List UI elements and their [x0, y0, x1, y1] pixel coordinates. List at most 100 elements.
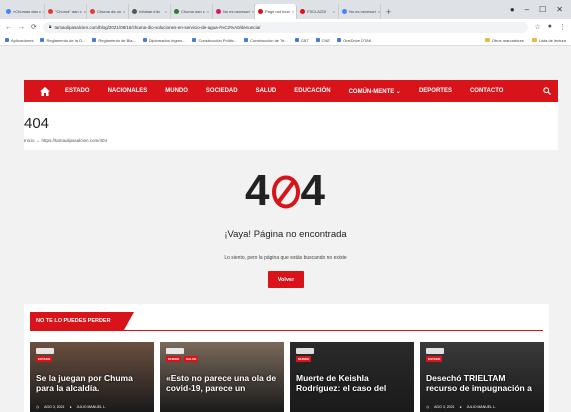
- home-icon[interactable]: [34, 80, 56, 102]
- tab-close-icon[interactable]: ×: [123, 9, 125, 14]
- bookmark-label: OneDrive DTAK: [343, 37, 372, 43]
- card-headline[interactable]: Se la juegan por Chuma para la alcaldía.: [36, 373, 148, 393]
- browser-tab-bar: «Chumas dan c×"Chuma" dan c×Chuma da un×…: [0, 0, 571, 19]
- website-page: ESTADO NACIONALES MUNDO SOCIEDAD SALUD EDUCAC…: [0, 46, 571, 412]
- card-author[interactable]: JULIO MANUEL L.: [77, 405, 106, 409]
- extensions-icon[interactable]: ●: [548, 23, 552, 31]
- tab-close-icon[interactable]: ×: [165, 9, 167, 14]
- star-icon[interactable]: ☆: [534, 23, 540, 31]
- maximize-icon[interactable]: ☐: [539, 5, 546, 14]
- bookmark-item[interactable]: Aplicaciones: [5, 38, 33, 43]
- bookmark-icon: [40, 38, 45, 42]
- site-logo-icon: [296, 348, 314, 354]
- browser-tab[interactable]: Infobae.info ×: [129, 4, 171, 19]
- bookmark-icon: [294, 38, 299, 42]
- nav-item[interactable]: SOCIEDAD: [197, 80, 247, 102]
- error-digit-right: 4: [300, 166, 326, 215]
- main-nav: ESTADO NACIONALES MUNDO SOCIEDAD SALUD EDUCAC…: [24, 80, 558, 102]
- forward-icon[interactable]: →: [18, 24, 25, 31]
- back-button[interactable]: Volver: [268, 271, 304, 288]
- bookmark-folder-label: Lista de lectura: [538, 37, 566, 43]
- bookmark-item[interactable]: Construcción de Te...: [244, 38, 288, 43]
- bookmark-item[interactable]: Reglamento de Bla...: [92, 38, 136, 43]
- bookmark-item[interactable]: OneDrive DTAK: [337, 38, 371, 43]
- bookmark-item[interactable]: Construcción Polític...: [192, 38, 237, 43]
- news-card[interactable]: MUNDO Muerte de Keishla Rodríguez: el cas…: [290, 342, 414, 412]
- reload-icon[interactable]: ⟳: [31, 23, 37, 31]
- must-read-section: NO TE LO PUEDES PERDER ESTADO Se la juega…: [24, 304, 549, 412]
- page-header: 404 Inicio → https://tamaulipasalcien.co…: [24, 102, 558, 150]
- bookmark-item[interactable]: Diplomados Ingres...: [142, 38, 185, 43]
- category-badge[interactable]: ESTADO: [426, 356, 443, 362]
- bookmarks-bar: Aplicaciones Reglamento de la O... Reglame…: [0, 35, 571, 46]
- tab-close-icon[interactable]: ×: [84, 9, 86, 14]
- nav-item[interactable]: COMÚN-MENTE ⌄: [340, 80, 410, 102]
- card-date: AGO 3, 2021: [44, 405, 65, 409]
- bookmark-label: Aplicaciones: [11, 37, 34, 43]
- back-icon[interactable]: ←: [5, 24, 12, 31]
- site-logo-icon: [36, 348, 54, 354]
- folder-icon: [531, 38, 537, 42]
- card-meta: ◷ AGO 3, 2021 ● JULIO MANUEL L.: [426, 405, 496, 409]
- tab-favicon-icon: [258, 9, 263, 14]
- tab-favicon-icon: [48, 9, 53, 14]
- browser-tab[interactable]: FSCLAZDI ×: [297, 4, 339, 19]
- category-badge[interactable]: SALUD: [184, 356, 199, 362]
- card-author[interactable]: JULIO MANUEL L.: [467, 405, 496, 409]
- bookmark-item[interactable]: Reglamento de la O...: [40, 38, 85, 43]
- tab-close-icon[interactable]: ×: [333, 9, 335, 14]
- nav-item[interactable]: EDUCACIÓN: [285, 80, 339, 102]
- lock-icon: 🔒︎: [48, 24, 52, 30]
- nav-item[interactable]: DEPORTES: [410, 80, 461, 102]
- nav-item[interactable]: SALUD: [247, 80, 286, 102]
- tab-close-icon[interactable]: ×: [252, 9, 254, 14]
- browser-tab[interactable]: "Chuma" dan c ×: [45, 4, 87, 19]
- new-tab-button[interactable]: +: [381, 4, 396, 19]
- error-heading: ¡Vaya! Página no encontrada: [224, 229, 347, 240]
- card-headline[interactable]: Muerte de Keishla Rodríguez: el caso del: [296, 373, 408, 393]
- bookmark-icon: [192, 38, 197, 42]
- tab-close-icon[interactable]: ×: [292, 9, 294, 14]
- bookmark-label: Reglamento de la O...: [46, 37, 86, 43]
- section-title-tail: [124, 312, 134, 330]
- tab-favicon-icon: [132, 9, 137, 14]
- browser-tab[interactable]: Chuma dan c ×: [171, 4, 213, 19]
- nav-item[interactable]: MUNDO: [156, 80, 197, 102]
- tab-close-icon[interactable]: ×: [207, 9, 209, 14]
- bookmark-folder[interactable]: Otros marcadores: [484, 37, 524, 43]
- browser-tab[interactable]: Chuma da un ×: [87, 4, 129, 19]
- tab-close-icon[interactable]: ×: [378, 9, 380, 14]
- minimize-icon[interactable]: –: [525, 5, 529, 14]
- browser-tab[interactable]: «Chumas dan c×: [3, 4, 45, 19]
- address-bar: ← → ⟳ 🔒︎ tamaulipasalcien.com/blog/2021/…: [0, 19, 571, 35]
- category-badge[interactable]: ESTADO: [36, 356, 53, 362]
- category-badge[interactable]: MUNDO: [296, 356, 312, 362]
- url-text: tamaulipasalcien.com/blog/2021/08/16/chu…: [54, 24, 261, 30]
- bookmark-icon: [315, 38, 320, 42]
- menu-icon[interactable]: ⋮: [559, 23, 566, 31]
- browser-tab[interactable]: Page not foun ×: [255, 4, 297, 19]
- bookmark-item[interactable]: CNE: [315, 38, 330, 43]
- nav-item[interactable]: CONTACTO: [461, 80, 512, 102]
- search-icon[interactable]: [536, 80, 558, 102]
- card-headline[interactable]: Desechó TRIELTAM recurso de impugnación …: [426, 373, 538, 393]
- tab-favicon-icon: [342, 9, 347, 14]
- news-card[interactable]: ESTADO Desechó TRIELTAM recurso de impugn…: [420, 342, 544, 412]
- error-code: 44: [0, 166, 571, 216]
- category-badge[interactable]: MUNDO: [166, 356, 182, 362]
- tab-label: Page not foun: [265, 9, 290, 14]
- tab-favicon-icon: [6, 9, 11, 14]
- url-field[interactable]: 🔒︎ tamaulipasalcien.com/blog/2021/08/16/…: [42, 21, 529, 33]
- card-headline[interactable]: «Esto no parece una ola de covid-19, par…: [166, 373, 278, 393]
- nav-item[interactable]: ESTADO: [56, 80, 99, 102]
- browser-tab[interactable]: No es necesari ×: [213, 4, 255, 19]
- bookmark-folder[interactable]: Lista de lectura: [531, 37, 566, 43]
- profile-icon[interactable]: ●: [510, 5, 515, 14]
- browser-tab[interactable]: No es necesari ×: [339, 4, 381, 19]
- close-window-icon[interactable]: ✕: [556, 5, 563, 14]
- bookmark-item[interactable]: CBT: [294, 38, 309, 43]
- news-card[interactable]: MUNDO SALUD «Esto no parece una ola de cov…: [160, 342, 284, 412]
- news-card[interactable]: ESTADO Se la juegan por Chuma para la alc…: [30, 342, 154, 412]
- bookmark-folder-label: Otros marcadores: [491, 37, 524, 43]
- nav-item[interactable]: NACIONALES: [99, 80, 157, 102]
